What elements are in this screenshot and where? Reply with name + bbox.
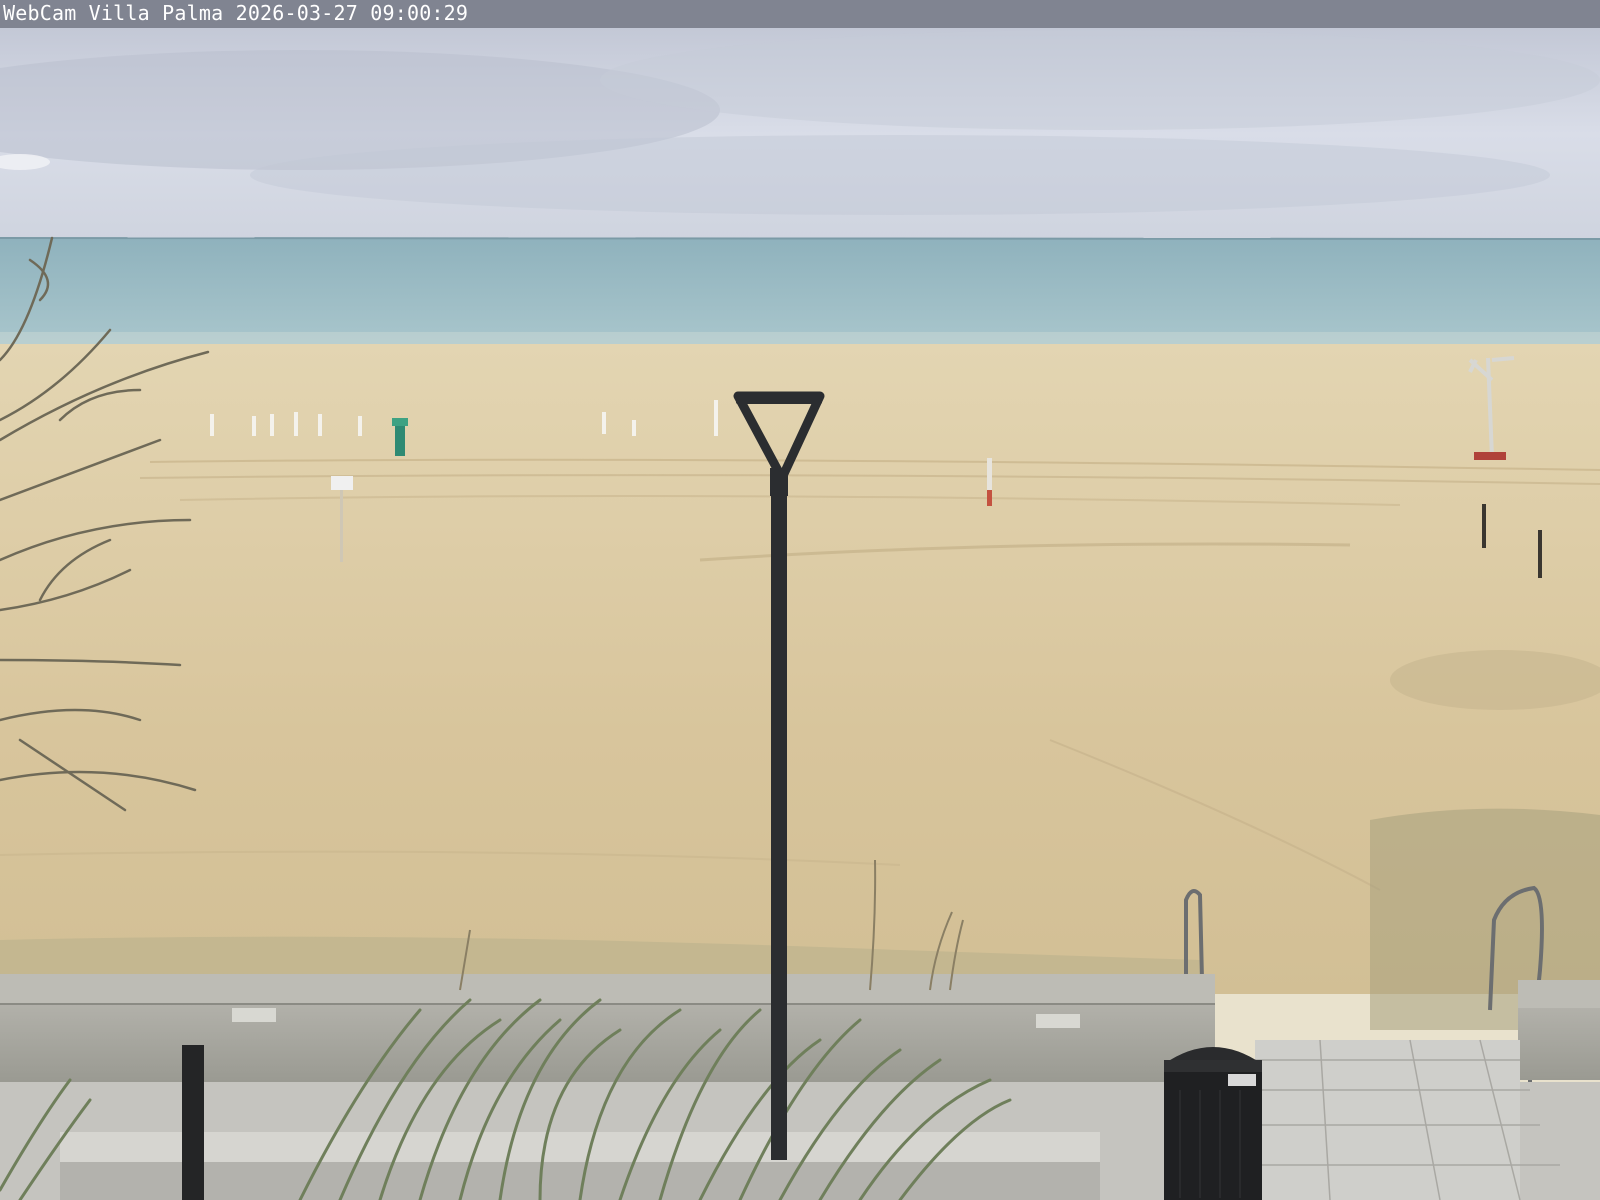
camera-timestamp-label: WebCam Villa Palma 2026-03-27 09:00:29 — [3, 1, 469, 25]
red-white-marker — [987, 458, 992, 506]
timestamp-overlay-bar: WebCam Villa Palma 2026-03-27 09:00:29 — [0, 0, 1600, 28]
sea — [0, 237, 1600, 346]
beach-scene-image — [0, 28, 1600, 1200]
cloudy-sky — [0, 28, 1600, 240]
bollard — [182, 1045, 204, 1200]
webcam-frame: WebCam Villa Palma 2026-03-27 09:00:29 — [0, 0, 1600, 1200]
trash-bin — [1164, 1047, 1262, 1200]
